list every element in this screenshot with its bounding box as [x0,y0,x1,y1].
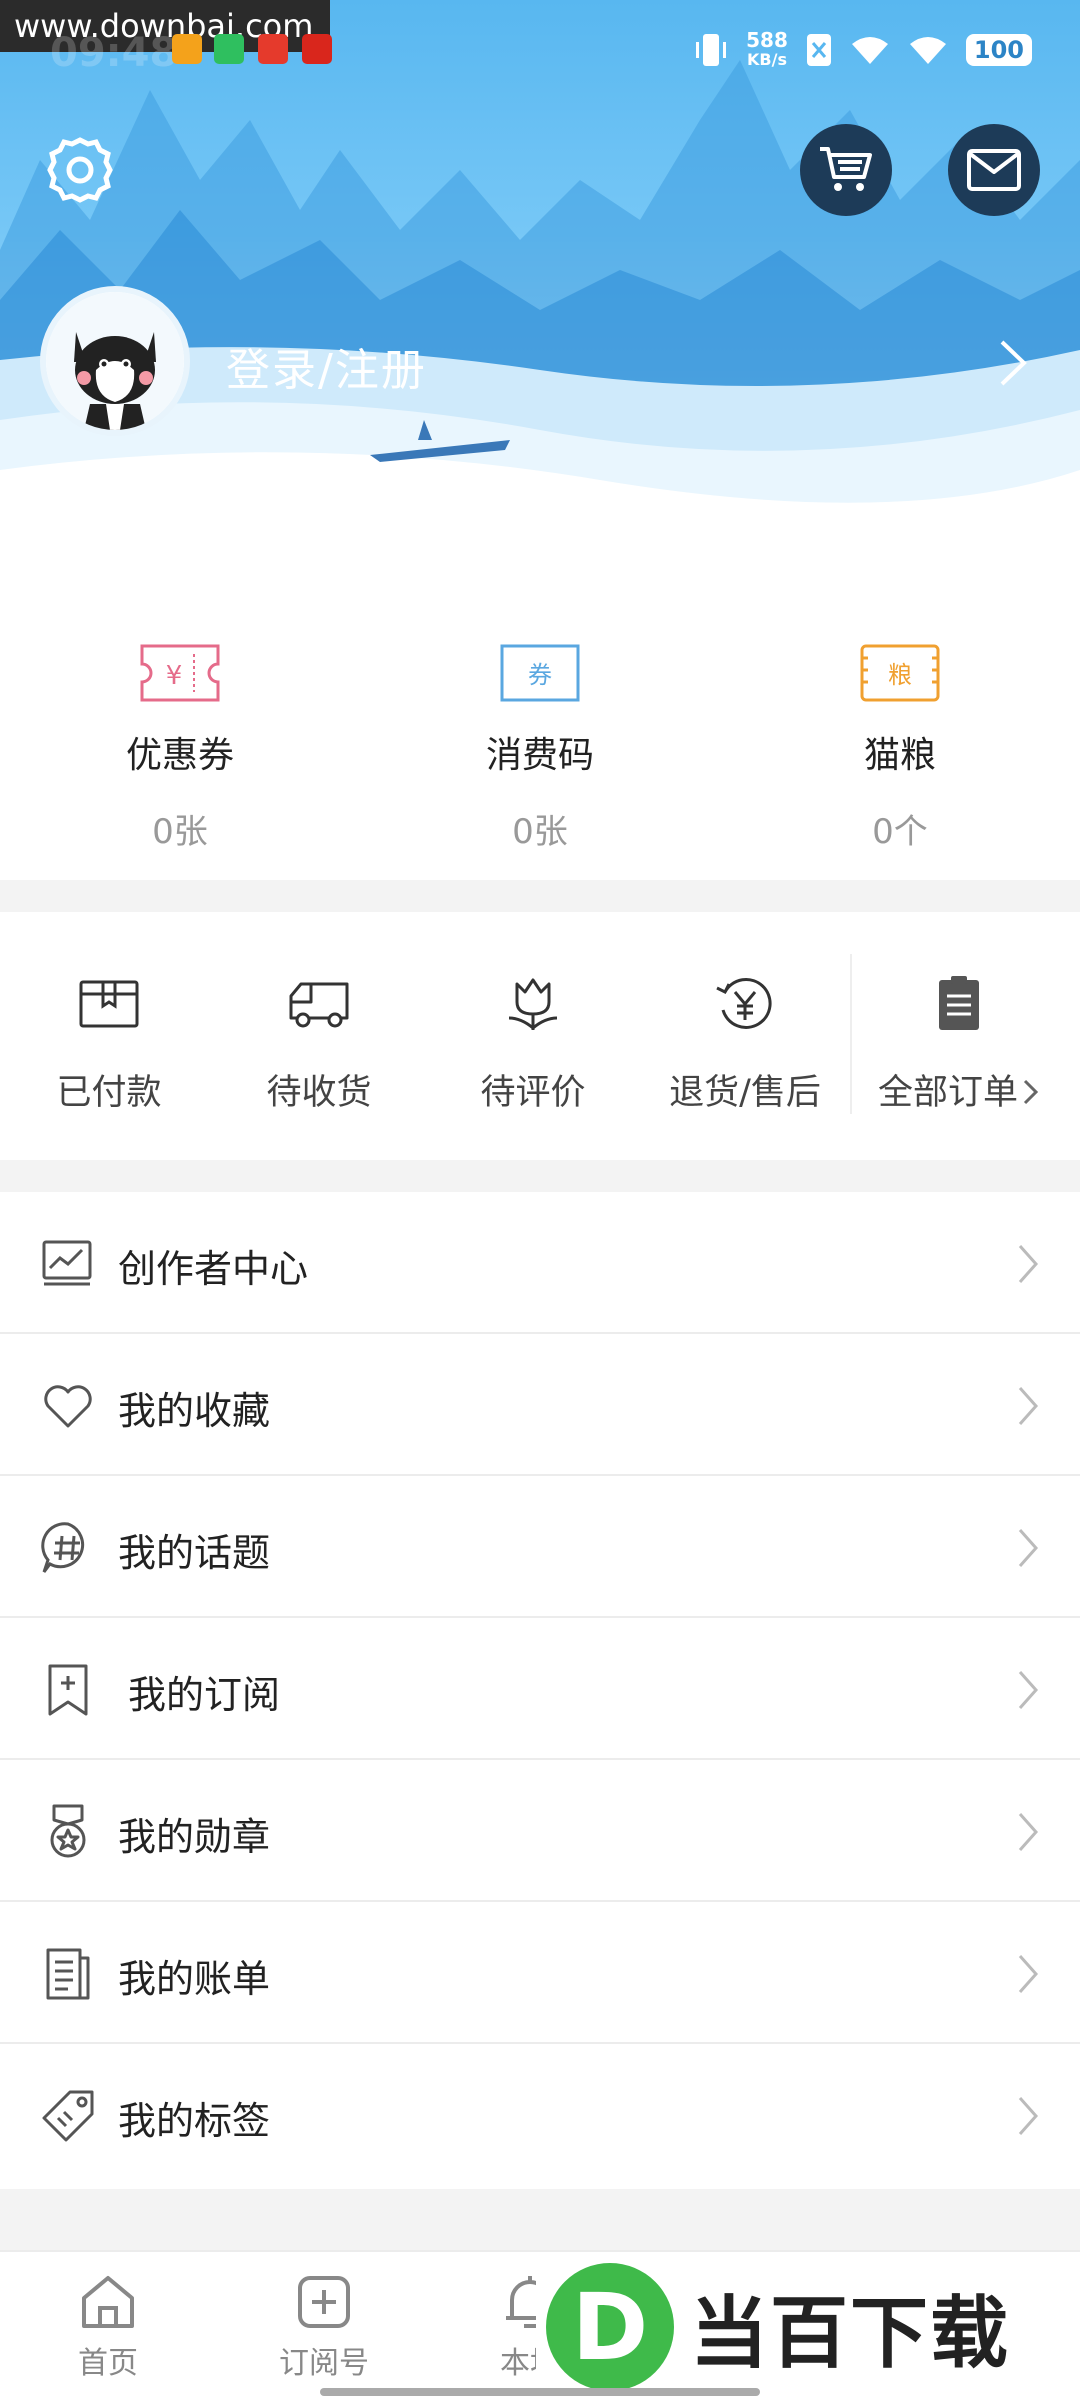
coupon-glyph: ¥ [166,661,183,691]
menu-label: 我的话题 [118,1531,271,1575]
tag-icon [42,2090,94,2142]
cat-avatar-icon [46,292,184,430]
order-all-text: 全部订单 [877,1073,1018,1113]
menu-item-bills[interactable]: 我的账单 [0,1902,1080,2044]
cat-food-entry[interactable]: 粮 猫粮 0个 [780,640,1020,853]
mail-icon [967,149,1021,191]
menu-label: 我的收藏 [118,1389,271,1433]
status-time: 09:48 [50,30,178,76]
menu-label: 创作者中心 [118,1247,309,1291]
notification-icon [258,34,288,64]
chevron-right-icon[interactable] [998,338,1028,388]
gear-icon[interactable] [44,134,116,206]
order-paid[interactable]: 已付款 [4,974,214,1115]
message-button[interactable] [948,124,1040,216]
nav-label: 首页 [78,2346,138,2381]
nav-subscriptions[interactable]: 订阅号 [254,2270,394,2382]
orders-section: 已付款 待收货 待评价 退货/售后 全部订单 [0,912,1080,1160]
refund-icon [716,978,772,1029]
order-pending-receipt[interactable]: 待收货 [214,974,424,1115]
net-speed-unit: KB/s [747,50,787,69]
tulip-icon [508,978,558,1030]
order-pending-review-label: 待评价 [480,1073,586,1113]
menu-item-tags[interactable]: 我的标签 [0,2044,1080,2186]
order-all-label: 全部订单 [854,1064,1064,1115]
home-icon [82,2276,134,2328]
wifi-icon [909,37,946,64]
network-speed: 588 KB/s [746,30,788,70]
menu-label: 我的账单 [118,1957,271,2001]
notification-icon [214,34,244,64]
cat-food-label: 猫粮 [863,735,936,776]
wallet-section: ¥ 优惠券 0张 券 消费码 0张 粮 猫粮 0个 [0,580,1080,880]
coupon-count: 0张 [152,812,208,852]
voucher-label: 消费码 [485,735,594,776]
chevron-right-icon [1018,1955,1039,1993]
plus-square-icon [298,2276,350,2328]
notification-icon [172,34,202,64]
order-refund-label: 退货/售后 [669,1073,821,1113]
avatar[interactable] [40,286,190,436]
menu-item-medals[interactable]: 我的勋章 [0,1760,1080,1902]
order-divider [850,954,852,1114]
voucher-glyph: 券 [528,661,552,689]
menu-item-subscriptions[interactable]: 我的订阅 [0,1618,1080,1760]
cat-food-ticket-icon: 粮 [860,644,940,702]
mountain-landscape-illustration [0,60,1080,580]
clipboard-icon [939,976,979,1030]
bill-icon [46,1948,90,2000]
coupon-entry[interactable]: ¥ 优惠券 0张 [60,640,300,853]
profile-header: www.downbai.com 09:48 588 KB/s 100 登录/注册 [0,0,1080,580]
notification-icon [302,34,332,64]
brand-watermark: D 当百下载 [536,2254,1080,2400]
chevron-right-icon [1018,2097,1039,2135]
menu-item-creator-center[interactable]: 创作者中心 [0,1192,1080,1334]
coupon-label: 优惠券 [125,735,234,776]
chevron-right-icon [1018,1671,1039,1709]
brand-logo: D [546,2263,674,2391]
order-paid-label: 已付款 [56,1073,162,1113]
hashtag-bubble-icon [41,1522,85,1573]
gesture-home-bar[interactable] [320,2388,760,2396]
status-bar: 09:48 588 KB/s 100 [0,30,1080,76]
order-pending-receipt-label: 待收货 [266,1073,372,1113]
nav-home[interactable]: 首页 [38,2270,178,2382]
cart-icon [820,147,872,191]
wifi-icon [851,37,888,64]
medal-icon [50,1804,86,1858]
paid-box-icon [79,980,139,1028]
consumption-code-entry[interactable]: 券 消费码 0张 [420,640,660,853]
cat-food-count: 0个 [872,812,928,852]
chevron-right-icon [1018,1529,1039,1567]
battery-indicator: 100 [965,34,1032,66]
brand-text: 当百下载 [690,2289,1011,2379]
order-all[interactable]: 全部订单 [854,974,1064,1115]
vibrate-icon [696,34,727,66]
chevron-right-icon [1018,1387,1039,1425]
cat-food-glyph: 粮 [888,661,912,689]
voucher-ticket-icon: 券 [500,644,580,702]
truck-icon [289,982,349,1028]
net-speed-value: 588 [746,28,788,52]
menu-label: 我的订阅 [128,1673,281,1717]
sim-off-icon [806,34,831,66]
chevron-right-icon [1018,1245,1039,1283]
chevron-right-icon [1023,1079,1039,1105]
voucher-count: 0张 [512,812,568,852]
order-refund[interactable]: 退货/售后 [640,974,850,1115]
menu-item-favorites[interactable]: 我的收藏 [0,1334,1080,1476]
heart-icon [44,1385,92,1428]
cart-button[interactable] [800,124,892,216]
menu-list: 创作者中心 我的收藏 我的话题 我的订阅 我的勋章 我的账单 我的标签 [0,1192,1080,2189]
order-pending-review[interactable]: 待评价 [428,974,638,1115]
chevron-right-icon [1018,1813,1039,1851]
login-register-link[interactable]: 登录/注册 [226,334,427,398]
nav-label: 订阅号 [279,2346,369,2381]
coupon-ticket-icon: ¥ [140,644,220,702]
menu-label: 我的勋章 [118,1815,271,1859]
menu-label: 我的标签 [118,2099,271,2143]
chart-board-icon [42,1240,92,1286]
bookmark-plus-icon [48,1664,88,1716]
menu-item-topics[interactable]: 我的话题 [0,1476,1080,1618]
